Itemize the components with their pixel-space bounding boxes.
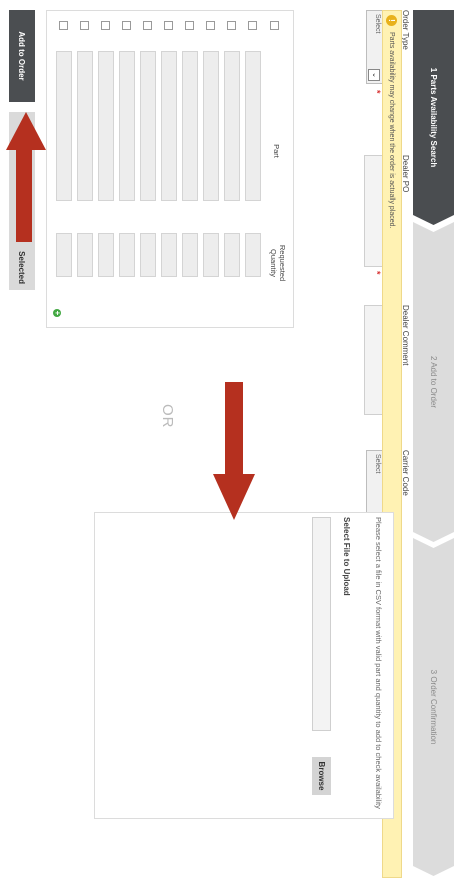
info-icon: ! [386,15,398,26]
notice-text: Parts availability may change when the o… [388,32,396,229]
requested-quantity-column-header: Requested Quantity [269,244,287,282]
add-to-order-button[interactable]: Add to Order [9,10,35,102]
quantity-input[interactable] [140,233,156,277]
required-marker: * [372,90,382,94]
right-arrow-annotation [213,382,255,520]
quantity-input[interactable] [98,233,114,277]
quantity-input[interactable] [56,233,72,277]
dealer-po-label: Dealer PO [401,155,410,193]
part-input[interactable] [77,51,93,201]
file-upload-panel: Please select a file in CSV format with … [94,512,394,819]
chevron-down-icon: ⌄ [368,69,380,81]
row-checkbox[interactable] [248,21,257,30]
arrow-shape [6,112,46,242]
part-input[interactable] [140,51,156,201]
row-checkbox[interactable] [122,21,131,30]
row-checkbox[interactable] [164,21,173,30]
quantity-input[interactable] [119,233,135,277]
or-separator: OR [159,404,176,429]
row-checkbox[interactable] [227,21,236,30]
required-marker: * [372,271,382,275]
part-input[interactable] [182,51,198,201]
page-canvas: 1 Parts Availability Search 2 Add to Ord… [0,0,454,884]
carrier-code-label: Carrier Code [401,450,410,496]
part-input[interactable] [161,51,177,201]
row-checkbox[interactable] [101,21,110,30]
select-file-label: Select File to Upload [342,517,351,596]
step-label: 1 Parts Availability Search [429,67,438,168]
row-checkbox[interactable] [59,21,68,30]
left-arrow-annotation [6,112,46,242]
file-path-input[interactable] [312,517,331,731]
quantity-input[interactable] [224,233,240,277]
row-checkbox[interactable] [206,21,215,30]
browse-button[interactable]: Browse [312,757,331,795]
quantity-input[interactable] [77,233,93,277]
part-input[interactable] [98,51,114,201]
row-checkbox[interactable] [143,21,152,30]
select-all-checkbox[interactable] [270,21,279,30]
part-column-header: Part [272,144,281,158]
step-parts-availability-search[interactable]: 1 Parts Availability Search [413,10,454,225]
part-input[interactable] [119,51,135,201]
part-input[interactable] [245,51,261,201]
arrow-shape [213,382,255,520]
part-input[interactable] [56,51,72,201]
carrier-code-value: Select [374,454,381,474]
step-add-to-order[interactable]: 2 Add to Order [413,222,454,542]
quantity-input[interactable] [245,233,261,277]
row-checkbox[interactable] [80,21,89,30]
parts-entry-panel: Part Requested Quantity + [46,10,294,328]
dealer-comment-label: Dealer Comment [401,305,410,366]
progress-steps: 1 Parts Availability Search 2 Add to Ord… [413,10,454,876]
order-type-label: Order Type [401,10,410,50]
quantity-input[interactable] [203,233,219,277]
row-checkbox[interactable] [185,21,194,30]
step-order-confirmation[interactable]: 3 Order Confirmation [413,538,454,876]
step-label: 2 Add to Order [429,355,438,409]
upload-description: Please select a file in CSV format with … [374,517,383,809]
part-input[interactable] [224,51,240,201]
part-input[interactable] [203,51,219,201]
add-row-icon[interactable]: + [53,309,62,317]
quantity-input[interactable] [161,233,177,277]
step-label: 3 Order Confirmation [429,669,438,745]
order-type-value: Select [374,14,381,34]
quantity-input[interactable] [182,233,198,277]
